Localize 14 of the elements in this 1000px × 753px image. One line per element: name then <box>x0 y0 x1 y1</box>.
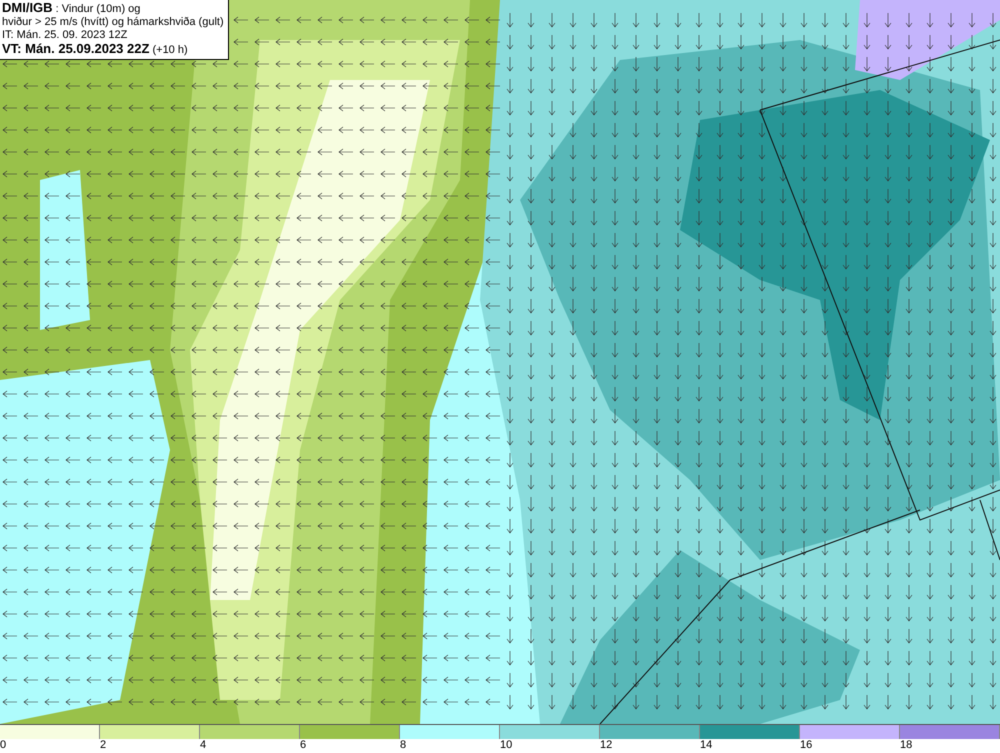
title-line: VT: Mán. 25.09.2023 22Z (+10 h) <box>2 42 189 57</box>
legend-label: 18 <box>900 739 912 752</box>
legend-label: 6 <box>300 739 306 752</box>
title-line: IT: Mán. 25. 09. 2023 12Z <box>2 29 128 42</box>
title-line: hviður > 25 m/s (hvítt) og hámarkshviða (gult) <box>2 16 224 29</box>
legend-label: 12 <box>600 739 612 752</box>
legend-label: 16 <box>800 739 812 752</box>
title-line: DMI/IGB : Vindur (10m) og <box>2 1 142 16</box>
legend-label: 0 <box>0 739 6 752</box>
legend-label: 14 <box>700 739 712 752</box>
legend-label: 2 <box>100 739 106 752</box>
legend-label: 10 <box>500 739 512 752</box>
legend-label: 4 <box>200 739 206 752</box>
legend-label: 8 <box>400 739 406 752</box>
